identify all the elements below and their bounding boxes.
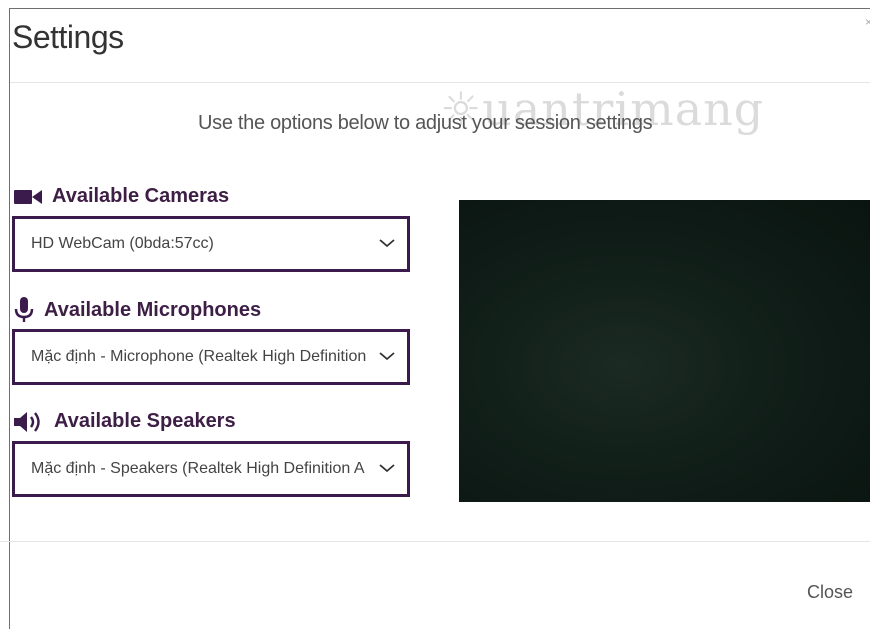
- close-button[interactable]: Close: [807, 582, 853, 603]
- chevron-down-icon: [379, 460, 395, 478]
- chevron-down-icon: [379, 235, 395, 253]
- chevron-down-icon: [379, 348, 395, 366]
- dialog-header: Settings ×: [10, 9, 870, 83]
- microphone-icon: [14, 297, 34, 323]
- microphones-section-label: Available Microphones: [14, 297, 261, 323]
- footer-divider: [0, 541, 870, 542]
- speakers-section-label: Available Speakers: [14, 410, 236, 433]
- dialog-description: Use the options below to adjust your ses…: [198, 112, 653, 134]
- camera-select[interactable]: HD WebCam (0bda:57cc): [12, 216, 410, 272]
- camera-select-value: HD WebCam (0bda:57cc): [31, 235, 214, 252]
- cameras-section-label: Available Cameras: [14, 185, 229, 208]
- camera-preview: [459, 200, 870, 502]
- cameras-label: Available Cameras: [52, 185, 230, 207]
- video-camera-icon: [14, 188, 42, 206]
- speaker-select-value: Mặc định - Speakers (Realtek High Defini…: [31, 460, 365, 477]
- microphone-select[interactable]: Mặc định - Microphone (Realtek High Defi…: [12, 329, 410, 385]
- microphones-label: Available Microphones: [44, 298, 262, 321]
- speaker-icon: [14, 411, 44, 433]
- speaker-select[interactable]: Mặc định - Speakers (Realtek High Defini…: [12, 441, 410, 497]
- close-x-icon[interactable]: ×: [865, 15, 870, 29]
- dialog-title: Settings: [12, 19, 124, 55]
- microphone-select-value: Mặc định - Microphone (Realtek High Defi…: [31, 348, 367, 365]
- speakers-label: Available Speakers: [54, 410, 236, 432]
